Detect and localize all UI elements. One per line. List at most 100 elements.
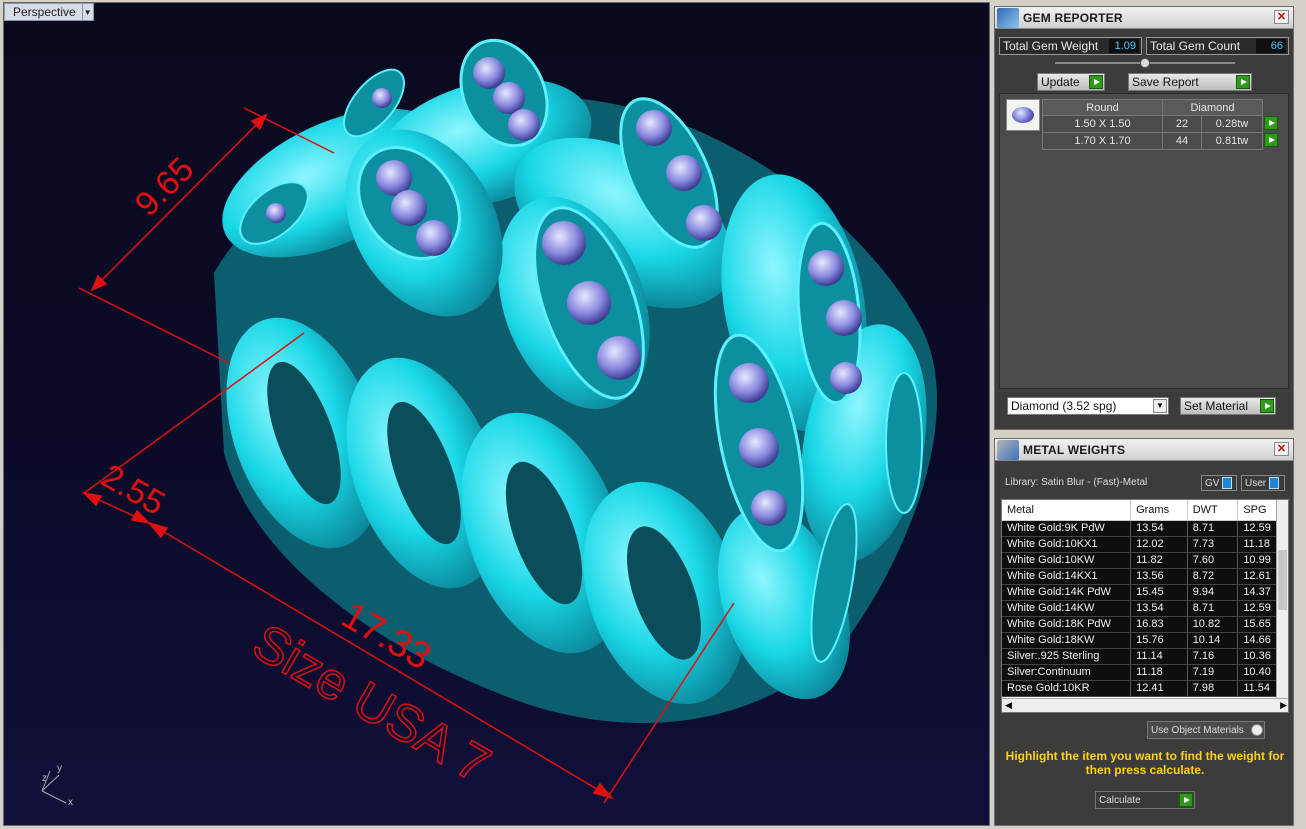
table-row[interactable]: White Gold:14KW 13.54 8.71 12.59: [1002, 600, 1288, 617]
table-row[interactable]: White Gold:18KW 15.76 10.14 14.66: [1002, 632, 1288, 649]
metal-grams: 13.54: [1130, 520, 1188, 537]
gem-row[interactable]: 1.50 X 1.50 22 0.28tw: [1042, 115, 1280, 133]
metal-dwt: 10.82: [1187, 616, 1239, 633]
save-report-button-label: Save Report: [1132, 75, 1199, 89]
gem-slider[interactable]: [1055, 58, 1235, 68]
table-row[interactable]: Rose Gold:10KR 12.41 7.98 11.54: [1002, 680, 1288, 697]
total-gem-count-value: 66: [1256, 39, 1286, 53]
table-row[interactable]: Silver:.925 Sterling 11.14 7.16 10.36: [1002, 648, 1288, 665]
gem-col-shape: Round: [1042, 99, 1163, 116]
ring-render: 9.65 2.55 17.33 Size USA 7 z y x: [41, 38, 937, 808]
metal-weights-title: METAL WEIGHTS: [1023, 442, 1126, 457]
viewport-label[interactable]: Perspective ▼: [4, 3, 94, 21]
gem-reporter-panel: GEM REPORTER ✕ Total Gem Weight 1.09 Tot…: [994, 6, 1294, 430]
close-icon[interactable]: ✕: [1274, 10, 1289, 24]
metal-dwt: 9.94: [1187, 584, 1239, 601]
play-icon: [1236, 75, 1250, 89]
chevron-down-icon[interactable]: ▼: [1153, 399, 1167, 413]
metal-weights-titlebar[interactable]: METAL WEIGHTS ✕: [995, 439, 1293, 461]
metal-name: White Gold:10KW: [1002, 552, 1132, 569]
update-button[interactable]: Update: [1037, 73, 1105, 91]
total-gem-count-label: Total Gem Count: [1150, 39, 1241, 53]
metal-grams: 11.14: [1130, 648, 1188, 665]
vertical-scrollbar[interactable]: [1276, 500, 1288, 700]
metal-grams: 11.18: [1130, 664, 1188, 681]
metal-dwt: 7.73: [1187, 536, 1239, 553]
total-gem-weight-label: Total Gem Weight: [1003, 39, 1099, 53]
metal-grams: 12.41: [1130, 680, 1188, 697]
gem-col-stone: Diamond: [1162, 99, 1263, 116]
gem-list: Round Diamond 1.50 X 1.50 22 0.28tw 1.70…: [999, 93, 1289, 389]
gem-size: 1.70 X 1.70: [1042, 132, 1163, 150]
play-icon[interactable]: [1264, 132, 1279, 147]
material-select[interactable]: Diamond (3.52 spg) ▼: [1007, 397, 1169, 415]
table-row[interactable]: White Gold:10KW 11.82 7.60 10.99: [1002, 552, 1288, 569]
metal-name: White Gold:18KW: [1002, 632, 1132, 649]
total-gem-weight: Total Gem Weight 1.09: [999, 37, 1142, 55]
table-row[interactable]: White Gold:9K PdW 13.54 8.71 12.59: [1002, 520, 1288, 537]
metal-name: Silver:Continuum: [1002, 664, 1132, 681]
chevron-down-icon[interactable]: ▼: [81, 4, 93, 20]
gem-size: 1.50 X 1.50: [1042, 115, 1163, 133]
material-select-value: Diamond (3.52 spg): [1011, 399, 1117, 413]
table-row[interactable]: Silver:Continuum 11.18 7.19 10.40: [1002, 664, 1288, 681]
metal-dwt: 8.72: [1187, 568, 1239, 585]
axis-y-label: y: [57, 763, 62, 774]
perspective-viewport[interactable]: 9.65 2.55 17.33 Size USA 7 z y x Perspec…: [3, 2, 990, 826]
gem-reporter-titlebar[interactable]: GEM REPORTER ✕: [995, 7, 1293, 29]
gem-table: Round Diamond 1.50 X 1.50 22 0.28tw 1.70…: [1042, 99, 1280, 150]
close-icon[interactable]: ✕: [1274, 442, 1289, 456]
round-gem-icon[interactable]: [1006, 99, 1040, 131]
scroll-right-icon[interactable]: ▶: [1280, 700, 1287, 711]
calculate-button-label: Calculate: [1099, 794, 1141, 806]
table-row[interactable]: White Gold:10KX1 12.02 7.73 11.18: [1002, 536, 1288, 553]
metal-name: Silver:.925 Sterling: [1002, 648, 1132, 665]
metal-name: White Gold:14KX1: [1002, 568, 1132, 585]
user-toggle-label: User: [1245, 477, 1267, 489]
gem-weight: 0.81tw: [1201, 132, 1263, 150]
metal-name: White Gold:18K PdW: [1002, 616, 1132, 633]
user-toggle[interactable]: User: [1241, 475, 1285, 491]
metal-weights-panel: METAL WEIGHTS ✕ Library: Satin Blur - (F…: [994, 438, 1294, 826]
metal-name: Rose Gold:10KR: [1002, 680, 1132, 697]
metal-grams: 13.54: [1130, 600, 1188, 617]
instruction-text: Highlight the item you want to find the …: [1005, 749, 1285, 777]
horizontal-scrollbar[interactable]: ◀ ▶: [1002, 698, 1288, 712]
total-gem-count: Total Gem Count 66: [1146, 37, 1289, 55]
set-material-button[interactable]: Set Material: [1180, 397, 1276, 415]
scroll-left-icon[interactable]: ◀: [1005, 700, 1012, 711]
save-report-button[interactable]: Save Report: [1128, 73, 1252, 91]
col-dwt[interactable]: DWT: [1187, 500, 1239, 521]
dim-top-label: 9.65: [128, 150, 202, 224]
gv-toggle[interactable]: GV: [1201, 475, 1237, 491]
toggle-icon: [1222, 477, 1233, 489]
metal-name: White Gold:10KX1: [1002, 536, 1132, 553]
table-row[interactable]: White Gold:14K PdW 15.45 9.94 14.37: [1002, 584, 1288, 601]
metal-grams: 11.82: [1130, 552, 1188, 569]
metal-name: White Gold:14K PdW: [1002, 584, 1132, 601]
set-material-button-label: Set Material: [1184, 399, 1249, 413]
table-row[interactable]: White Gold:18K PdW 16.83 10.82 15.65: [1002, 616, 1288, 633]
play-icon: [1260, 399, 1274, 413]
metal-dwt: 8.71: [1187, 600, 1239, 617]
col-grams[interactable]: Grams: [1130, 500, 1188, 521]
gem-count: 44: [1161, 132, 1203, 150]
gem-row[interactable]: 1.70 X 1.70 44 0.81tw: [1042, 132, 1280, 150]
radio-icon[interactable]: [1251, 724, 1263, 736]
use-object-materials[interactable]: Use Object Materials: [1147, 721, 1265, 739]
metal-grams: 13.56: [1130, 568, 1188, 585]
play-icon[interactable]: [1264, 115, 1278, 130]
metal-dwt: 10.14: [1187, 632, 1239, 649]
calculate-button[interactable]: Calculate: [1095, 791, 1195, 809]
metal-weights-icon: [997, 439, 1019, 460]
metal-table[interactable]: Metal Grams DWT SPG White Gold:9K PdW 13.…: [1001, 499, 1289, 713]
metal-grams: 15.45: [1130, 584, 1188, 601]
metal-grams: 15.76: [1130, 632, 1188, 649]
slider-knob[interactable]: [1140, 58, 1150, 68]
axis-z-label: z: [42, 773, 47, 784]
col-metal[interactable]: Metal: [1002, 500, 1132, 521]
metal-grams: 12.02: [1130, 536, 1188, 553]
metal-dwt: 8.71: [1187, 520, 1239, 537]
table-row[interactable]: White Gold:14KX1 13.56 8.72 12.61: [1002, 568, 1288, 585]
play-icon: [1089, 75, 1103, 89]
